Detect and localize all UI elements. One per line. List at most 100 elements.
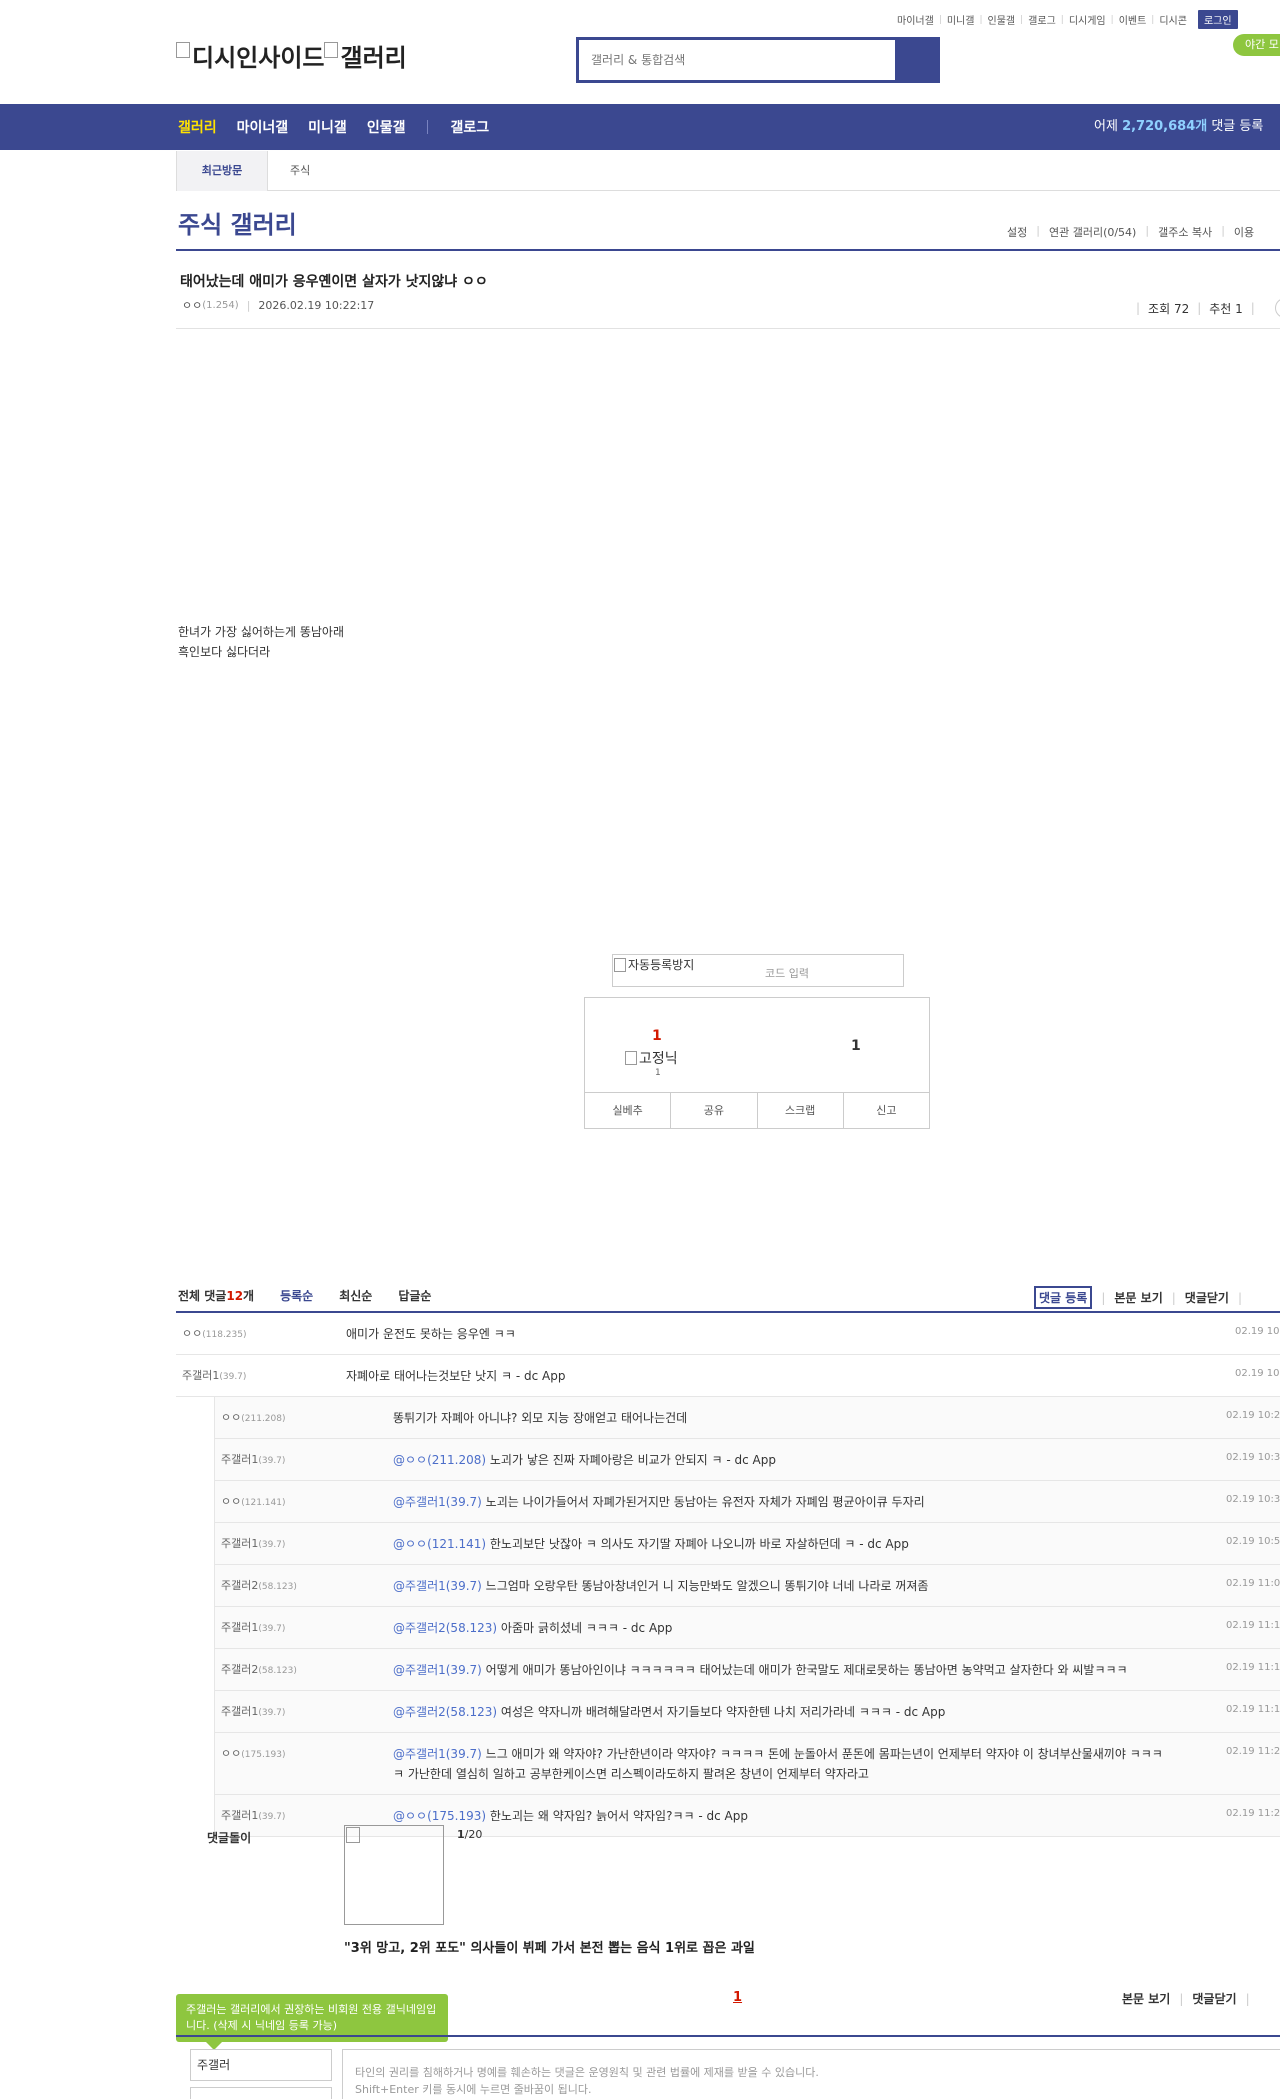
nav-item-mini[interactable]: 미니갤 [308, 117, 347, 137]
comment-count-badge[interactable]: 5 [1274, 298, 1280, 318]
comment-nick-ip: (211.208) [241, 1414, 286, 1424]
reply-row: 주갤러1(39.7) @ㅇㅇ(211.208) 노괴가 낳은 진짜 자폐아랑은 비… [214, 1439, 1280, 1481]
search-button[interactable] [895, 40, 937, 80]
comment-row: 주갤러1(39.7) 자폐아로 태어나는것보단 낫지 ㅋ - dc App 02.1… [176, 1355, 1280, 1397]
comment-nick-ip: (39.7) [258, 1624, 286, 1634]
util-link-person[interactable]: 인물갤 [983, 12, 1021, 27]
view-post-button-bottom[interactable]: 본문 보기 [1122, 1990, 1170, 2007]
nav-item-gallog[interactable]: 갤로그 [450, 117, 489, 137]
captcha-code-input[interactable]: 코드 입력 [765, 965, 809, 981]
report-button[interactable]: 신고 [844, 1093, 929, 1128]
dory-image[interactable] [344, 1825, 444, 1925]
copy-address-link[interactable]: 갤주소 복사 [1151, 224, 1219, 240]
separator: | [1136, 301, 1141, 315]
comment-mention[interactable]: @ㅇㅇ(211.208) [393, 1453, 486, 1467]
captcha-alt: 자동등록방지 [628, 958, 695, 972]
usage-link[interactable]: 이용 [1227, 224, 1261, 240]
comment-nick[interactable]: 주갤러1(39.7) [221, 1535, 285, 1551]
comment-nick[interactable]: 주갤러1(39.7) [221, 1703, 285, 1719]
view-count: 조회 72 [1148, 301, 1190, 316]
login-button[interactable]: 로그인 [1197, 10, 1238, 29]
comment-body: 자폐아로 태어나는것보단 낫지 ㅋ - dc App [346, 1369, 566, 1383]
comment-page-number[interactable]: 1 [733, 1990, 742, 2005]
comment-textarea[interactable]: 타인의 권리를 침해하거나 명예를 훼손하는 댓글은 운영원칙 및 관련 법률에… [342, 2049, 1280, 2099]
comment-mention[interactable]: @주갤러1(39.7) [393, 1579, 482, 1593]
comment-date: 02.19 10 [1235, 1368, 1280, 1379]
reply-row: 주갤러1(39.7) @주갤러2(58.123) 여성은 약자니까 배려해달라면서… [214, 1691, 1280, 1733]
nav-item-gallery[interactable]: 갤러리 [178, 117, 217, 137]
util-link-dccon[interactable]: 디시콘 [1154, 12, 1192, 27]
comment-stat: 어제 2,720,684개 댓글 등록 [1094, 104, 1263, 150]
util-link-event[interactable]: 이벤트 [1114, 12, 1152, 27]
nav-item-person[interactable]: 인물갤 [367, 117, 406, 137]
comment-mention[interactable]: @주갤러2(58.123) [393, 1621, 497, 1635]
dory-page-total: /20 [464, 1828, 483, 1841]
comments-count: 12 [226, 1288, 244, 1303]
best-recommend-button[interactable]: 실베추 [585, 1093, 672, 1128]
captcha-image: 자동등록방지 [614, 956, 694, 973]
comment-nick[interactable]: ㅇㅇ(211.208) [221, 1409, 286, 1425]
comment-nick[interactable]: 주갤러1(39.7) [182, 1367, 246, 1383]
comments-label: 전체 댓글 [178, 1289, 227, 1303]
post-author[interactable]: ㅇㅇ [182, 297, 202, 313]
close-comments-button-bottom[interactable]: 댓글닫기 [1192, 1990, 1236, 2007]
share-button[interactable]: 공유 [671, 1093, 758, 1128]
gallery-title[interactable]: 주식 갤러리 [178, 205, 297, 240]
comment-body: 아줌마 긁히셨네 ㅋㅋㅋ - dc App [497, 1621, 673, 1635]
divider [176, 2035, 1280, 2037]
separator: | [1179, 1991, 1184, 2006]
comment-nick[interactable]: ㅇㅇ(121.141) [221, 1493, 286, 1509]
reply-row: 주갤러2(58.123) @주갤러1(39.7) 느그엄마 오랑우탄 똥남아창녀인… [214, 1565, 1280, 1607]
util-link-game[interactable]: 디시게임 [1064, 12, 1111, 27]
util-link-gallog[interactable]: 갤로그 [1023, 12, 1061, 27]
related-gallery-link[interactable]: 연관 갤러리(0/54) [1042, 224, 1143, 240]
comment-nick[interactable]: 주갤러2(58.123) [221, 1577, 297, 1593]
comment-mention[interactable]: @주갤러1(39.7) [393, 1663, 482, 1677]
comment-mention[interactable]: @ㅇㅇ(121.141) [393, 1537, 486, 1551]
nav-item-minor[interactable]: 마이너갤 [237, 117, 289, 137]
broken-image-icon [614, 957, 626, 972]
close-comments-button[interactable]: 댓글닫기 [1185, 1289, 1229, 1306]
separator: | [1237, 1290, 1242, 1305]
comment-nick-ip: (39.7) [258, 1540, 286, 1550]
night-mode-toggle[interactable]: 야간 모 [1233, 34, 1280, 56]
reply-row: 주갤러1(39.7) @ㅇㅇ(121.141) 한노괴보단 낫잖아 ㅋ 의사도 자… [214, 1523, 1280, 1565]
comment-list: ㅇㅇ(118.235) 애미가 운전도 못하는 응우엔 ㅋㅋ 02.19 10 주갤러… [176, 1313, 1280, 1837]
comment-mention[interactable]: @ㅇㅇ(175.193) [393, 1809, 486, 1823]
downvote-count[interactable]: 1 [851, 1038, 861, 1054]
util-link-minor[interactable]: 마이너갤 [892, 12, 939, 27]
search-input[interactable] [579, 40, 895, 80]
comment-nick-name: ㅇㅇ [221, 1411, 242, 1424]
scrap-button[interactable]: 스크랩 [758, 1093, 844, 1128]
view-post-button[interactable]: 본문 보기 [1114, 1289, 1162, 1306]
comment-nick-name: 주갤러2 [221, 1663, 259, 1676]
comment-text: 자폐아로 태어나는것보단 낫지 ㅋ - dc App [346, 1355, 1166, 1396]
sort-registered[interactable]: 등록순 [280, 1287, 313, 1304]
comment-mention[interactable]: @주갤러1(39.7) [393, 1495, 482, 1509]
site-logo[interactable]: 디시인사이드 갤러리 [176, 38, 407, 73]
comment-nick[interactable]: 주갤러1(39.7) [221, 1619, 285, 1635]
comment-nick[interactable]: 주갤러2(58.123) [221, 1661, 297, 1677]
comment-mention[interactable]: @주갤러1(39.7) [393, 1747, 482, 1761]
comment-text: @ㅇㅇ(121.141) 한노괴보단 낫잖아 ㅋ 의사도 자기딸 자폐아 나오니… [393, 1523, 1173, 1564]
comment-nick[interactable]: ㅇㅇ(175.193) [221, 1745, 286, 1761]
recent-gallery-link[interactable]: 주식 [290, 151, 310, 191]
upvote-count[interactable]: 1 [652, 1028, 662, 1044]
comment-date: 02.19 11:1 [1226, 1704, 1280, 1715]
recent-visit-label[interactable]: 최근방문 [176, 151, 268, 191]
comment-nick[interactable]: ㅇㅇ(118.235) [182, 1325, 247, 1341]
dory-title[interactable]: "3위 망고, 2위 포도" 의사들이 뷔페 가서 본전 뽑는 음식 1위로 꼽… [344, 1937, 755, 1956]
divider [176, 328, 1280, 329]
comment-nick[interactable]: 주갤러1(39.7) [221, 1451, 285, 1467]
comment-mention[interactable]: @주갤러2(58.123) [393, 1705, 497, 1719]
comment-nick[interactable]: 주갤러1(39.7) [221, 1807, 285, 1823]
sort-replies[interactable]: 답글순 [398, 1287, 431, 1304]
comment-body: 한노괴는 왜 약자임? 늙어서 약자임?ㅋㅋ - dc App [486, 1809, 748, 1823]
nickname-field[interactable]: 주갤러 [190, 2049, 332, 2081]
password-field[interactable] [190, 2087, 332, 2099]
comment-register-button[interactable]: 댓글 등록 [1034, 1286, 1093, 1309]
fixed-nick-label: 고정닉 [639, 1051, 678, 1067]
sort-latest[interactable]: 최신순 [339, 1287, 372, 1304]
settings-link[interactable]: 설정 [1000, 224, 1034, 240]
util-link-mini[interactable]: 미니갤 [942, 12, 980, 27]
